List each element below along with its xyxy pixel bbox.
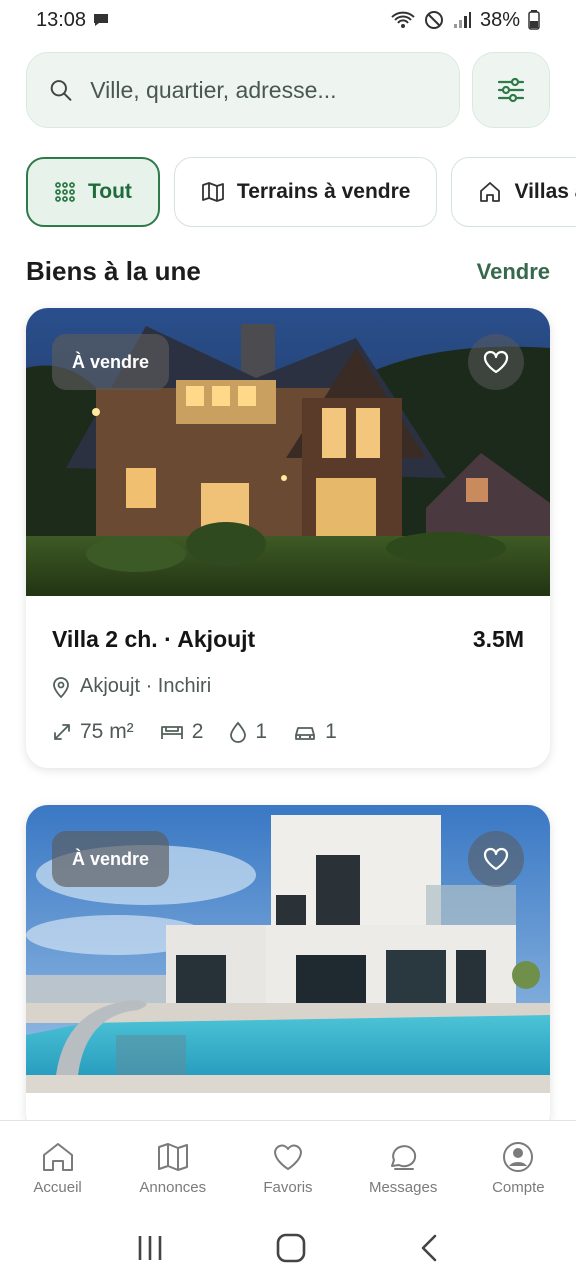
- bedrooms-feature: 2: [160, 720, 204, 744]
- house-icon: [480, 182, 501, 202]
- heart-icon: [483, 350, 509, 374]
- chip-villas[interactable]: Villas à vendre: [451, 157, 576, 227]
- bed-icon: [160, 726, 183, 739]
- battery-icon: [528, 10, 540, 30]
- bathrooms-value: 1: [255, 720, 268, 743]
- bathrooms-feature: 1: [229, 720, 267, 744]
- wifi-icon: [391, 11, 415, 28]
- chat-bubble-icon: [391, 1145, 417, 1170]
- chip-land[interactable]: Terrains à vendre: [173, 157, 438, 227]
- listing-details: Villa 2 ch. · Akjoujt 3.5M Akjoujt · Inc…: [26, 596, 550, 768]
- sliders-icon: [497, 77, 525, 103]
- area-value: 75 m²: [80, 720, 134, 743]
- search-box[interactable]: [26, 52, 460, 128]
- bottom-navigation: Accueil Annonces Favoris Messages Compte: [0, 1120, 576, 1216]
- search-icon: [50, 80, 72, 101]
- area-feature: 75 m²: [52, 720, 134, 744]
- nav-home[interactable]: Accueil: [3, 1141, 113, 1196]
- do-not-disturb-icon: [424, 11, 443, 29]
- nav-favorites-label: Favoris: [263, 1179, 313, 1196]
- listing-price: 3.5M: [472, 626, 524, 652]
- listing-card[interactable]: À vendre: [26, 805, 550, 1135]
- nav-messages-label: Messages: [368, 1179, 438, 1196]
- category-chips: Tout Terrains à vendre Villas à vendre: [26, 157, 576, 227]
- status-time: 13:08: [36, 8, 87, 31]
- parking-feature: 1: [293, 720, 337, 744]
- nav-account[interactable]: Compte: [463, 1141, 573, 1196]
- nav-listings-label: Annonces: [139, 1179, 207, 1196]
- chip-all[interactable]: Tout: [26, 157, 160, 227]
- status-badge: À vendre: [52, 334, 170, 390]
- listing-title: Villa 2 ch. · Akjoujt: [52, 626, 256, 652]
- section-header: Biens à la une Vendre: [26, 256, 550, 287]
- listing-photo: À vendre: [26, 308, 550, 596]
- location-text: Akjoujt · Inchiri: [80, 675, 212, 697]
- favorite-button[interactable]: [468, 334, 524, 390]
- grid-icon: [55, 182, 75, 202]
- car-icon: [295, 727, 315, 740]
- favorite-button[interactable]: [468, 831, 524, 887]
- parking-value: 1: [325, 720, 337, 743]
- heart-icon: [273, 1144, 302, 1170]
- listing-location: Akjoujt · Inchiri: [52, 675, 524, 698]
- resize-arrow-icon: [54, 724, 70, 740]
- nav-home-label: Accueil: [33, 1179, 82, 1196]
- heart-icon: [483, 847, 509, 871]
- nav-favorites[interactable]: Favoris: [233, 1141, 343, 1196]
- battery-percent: 38%: [479, 8, 520, 31]
- system-navigation: [0, 1216, 576, 1280]
- chip-label: Villas à vendre: [514, 180, 576, 203]
- back-icon[interactable]: [417, 1233, 441, 1263]
- map-icon: [157, 1143, 188, 1171]
- recent-apps-icon[interactable]: [135, 1234, 165, 1262]
- home-button-icon[interactable]: [275, 1232, 307, 1264]
- search-row: [26, 52, 550, 128]
- listing-card[interactable]: À vendre Villa 2 ch. · Akjoujt 3.5M Akjo…: [26, 308, 550, 768]
- chip-label: Tout: [88, 180, 132, 203]
- nav-messages[interactable]: Messages: [348, 1141, 458, 1196]
- search-input[interactable]: [90, 76, 437, 104]
- bedrooms-value: 2: [191, 720, 204, 743]
- location-pin-icon: [53, 676, 69, 698]
- nav-listings[interactable]: Annonces: [118, 1141, 228, 1196]
- chip-label: Terrains à vendre: [236, 180, 411, 203]
- listing-photo: À vendre: [26, 805, 550, 1093]
- sell-link[interactable]: Vendre: [477, 259, 550, 285]
- water-drop-icon: [230, 721, 247, 743]
- status-bar: 13:08 38%: [0, 0, 576, 40]
- signal-icon: [453, 12, 471, 28]
- listing-features: 75 m² 2 1 1: [52, 720, 524, 744]
- section-title: Biens à la une: [26, 256, 201, 286]
- filter-button[interactable]: [472, 52, 550, 128]
- status-badge: À vendre: [52, 831, 170, 887]
- map-icon: [202, 182, 224, 202]
- nav-account-label: Compte: [492, 1179, 545, 1196]
- chat-notification-icon: [94, 14, 109, 26]
- user-circle-icon: [503, 1142, 534, 1172]
- home-icon: [42, 1143, 73, 1171]
